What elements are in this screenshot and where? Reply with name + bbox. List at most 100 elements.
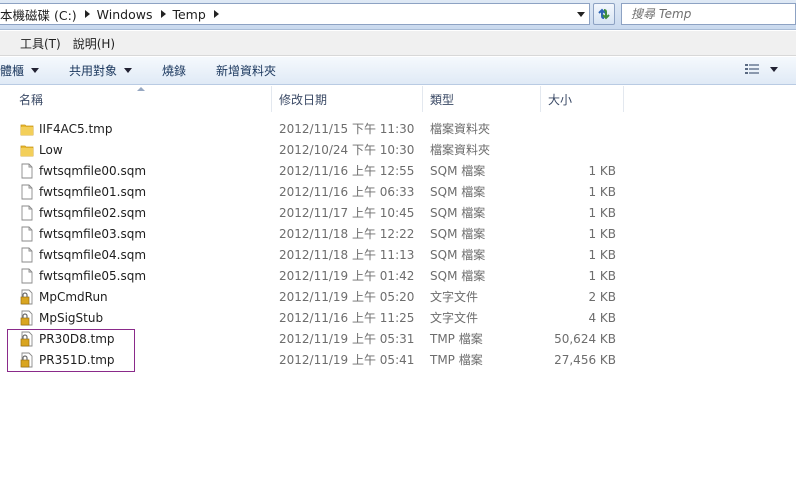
file-icon [19, 268, 35, 284]
file-name-cell[interactable]: fwtsqmfile03.sqm [19, 223, 146, 244]
file-row[interactable]: fwtsqmfile05.sqm 2012/11/19 上午 01:42 SQM 檔… [0, 265, 796, 286]
change-view-button[interactable] [745, 63, 778, 75]
file-name: Low [39, 142, 63, 157]
file-icon [19, 184, 35, 200]
organize-button[interactable]: 體櫃 [0, 57, 47, 84]
file-type: TMP 檔案 [430, 353, 483, 367]
file-date: 2012/11/19 上午 05:20 [279, 290, 415, 304]
file-type: 檔案資料夾 [430, 122, 491, 136]
command-bar: 體櫃 共用對象 燒錄 新增資料夾 [0, 57, 796, 85]
file-date: 2012/11/17 上午 10:45 [279, 206, 415, 220]
column-header-date[interactable]: 修改日期 [272, 86, 423, 112]
file-name: fwtsqmfile05.sqm [39, 268, 147, 283]
file-date: 2012/11/16 上午 11:25 [279, 311, 415, 325]
file-name: fwtsqmfile00.sqm [39, 163, 147, 178]
file-name: fwtsqmfile03.sqm [39, 226, 147, 241]
column-header-row: 名稱 修改日期 類型 大小 [0, 86, 796, 112]
file-row[interactable]: fwtsqmfile04.sqm 2012/11/18 上午 11:13 SQM 檔… [0, 244, 796, 265]
breadcrumb-drive[interactable]: 本機磁碟 (C:) [0, 4, 95, 24]
folder-icon [19, 142, 35, 158]
file-type: SQM 檔案 [430, 185, 486, 199]
file-date: 2012/11/19 上午 05:41 [279, 353, 415, 367]
file-name-cell[interactable]: fwtsqmfile00.sqm [19, 160, 146, 181]
file-name-cell[interactable]: MpCmdRun [19, 286, 108, 307]
file-row[interactable]: fwtsqmfile01.sqm 2012/11/16 上午 06:33 SQM 檔… [0, 181, 796, 202]
file-type: SQM 檔案 [430, 227, 486, 241]
file-name-cell[interactable]: fwtsqmfile02.sqm [19, 202, 146, 223]
file-row[interactable]: fwtsqmfile00.sqm 2012/11/16 上午 12:55 SQM 檔… [0, 160, 796, 181]
file-type: SQM 檔案 [430, 164, 486, 178]
file-date: 2012/11/16 上午 06:33 [279, 185, 415, 199]
refresh-button[interactable] [593, 3, 615, 25]
selection-highlight-box [7, 329, 135, 372]
column-header-name-label: 名稱 [19, 92, 44, 107]
search-box[interactable] [621, 3, 796, 25]
file-date: 2012/11/15 下午 11:30 [279, 122, 415, 136]
file-name: MpSigStub [39, 310, 104, 325]
file-name-cell[interactable]: IIF4AC5.tmp [19, 118, 112, 139]
burn-button[interactable]: 燒錄 [154, 57, 194, 84]
file-size [540, 139, 616, 160]
file-row[interactable]: IIF4AC5.tmp 2012/11/15 下午 11:30 檔案資料夾 [0, 118, 796, 139]
file-icon [19, 205, 35, 221]
view-options-dropdown-icon[interactable] [770, 66, 778, 72]
breadcrumb-windows-label: Windows [96, 6, 153, 22]
column-header-date-label: 修改日期 [279, 92, 328, 107]
file-name-cell[interactable]: MpSigStub [19, 307, 103, 328]
file-name-cell[interactable]: fwtsqmfile01.sqm [19, 181, 146, 202]
menu-help[interactable]: 說明(H) [67, 35, 121, 52]
column-header-size-label: 大小 [548, 92, 573, 107]
file-icon [19, 226, 35, 242]
address-bar-row: 本機磁碟 (C:) Windows Temp [0, 0, 796, 30]
column-header-size[interactable]: 大小 [541, 86, 624, 112]
file-date: 2012/11/18 上午 11:13 [279, 248, 415, 262]
column-header-name[interactable]: 名稱 [12, 86, 272, 112]
file-type: TMP 檔案 [430, 332, 483, 346]
view-details-icon [745, 64, 759, 74]
file-row[interactable]: MpCmdRun 2012/11/19 上午 05:20 文字文件 2 KB [0, 286, 796, 307]
breadcrumb-drive-label: 本機磁碟 (C:) [0, 7, 77, 23]
breadcrumb-temp[interactable]: Temp [170, 4, 223, 24]
folder-icon [19, 121, 35, 137]
file-row[interactable]: fwtsqmfile03.sqm 2012/11/18 上午 12:22 SQM 檔… [0, 223, 796, 244]
file-name-cell[interactable]: fwtsqmfile04.sqm [19, 244, 146, 265]
file-name: fwtsqmfile02.sqm [39, 205, 147, 220]
file-name: IIF4AC5.tmp [39, 121, 113, 136]
file-type: 文字文件 [430, 290, 479, 304]
file-name: fwtsqmfile04.sqm [39, 247, 147, 262]
address-bar[interactable]: 本機磁碟 (C:) Windows Temp [0, 3, 590, 25]
file-name: fwtsqmfile01.sqm [39, 184, 147, 199]
file-date: 2012/11/16 上午 12:55 [279, 164, 415, 178]
column-header-type[interactable]: 類型 [423, 86, 541, 112]
breadcrumb-arrow-icon[interactable] [210, 4, 224, 24]
file-type: SQM 檔案 [430, 248, 486, 262]
file-name: MpCmdRun [39, 289, 108, 304]
file-type: SQM 檔案 [430, 269, 486, 283]
file-size: 1 KB [588, 205, 616, 220]
file-row[interactable]: Low 2012/10/24 下午 10:30 檔案資料夾 [0, 139, 796, 160]
breadcrumb-arrow-icon[interactable] [81, 4, 95, 24]
share-with-button[interactable]: 共用對象 [61, 57, 140, 84]
file-row[interactable]: fwtsqmfile02.sqm 2012/11/17 上午 10:45 SQM 檔… [0, 202, 796, 223]
locked-file-icon [19, 289, 35, 305]
file-name-cell[interactable]: Low [19, 139, 63, 160]
file-size: 1 KB [588, 226, 616, 241]
search-input[interactable] [631, 7, 781, 21]
menu-tools[interactable]: 工具(T) [14, 35, 67, 52]
new-folder-button[interactable]: 新增資料夾 [208, 57, 284, 84]
file-size: 1 KB [588, 268, 616, 283]
file-name-cell[interactable]: fwtsqmfile05.sqm [19, 265, 146, 286]
address-history-dropdown-icon[interactable] [573, 4, 589, 24]
file-row[interactable]: MpSigStub 2012/11/16 上午 11:25 文字文件 4 KB [0, 307, 796, 328]
file-size: 1 KB [588, 184, 616, 199]
file-date: 2012/11/18 上午 12:22 [279, 227, 415, 241]
breadcrumb-arrow-icon[interactable] [156, 4, 170, 24]
file-type: 檔案資料夾 [430, 143, 491, 157]
file-type: SQM 檔案 [430, 206, 486, 220]
column-header-type-label: 類型 [430, 92, 455, 107]
breadcrumb-windows[interactable]: Windows [95, 4, 171, 24]
file-size: 1 KB [588, 163, 616, 178]
file-size: 1 KB [588, 247, 616, 262]
file-date: 2012/11/19 上午 05:31 [279, 332, 415, 346]
file-icon [19, 163, 35, 179]
